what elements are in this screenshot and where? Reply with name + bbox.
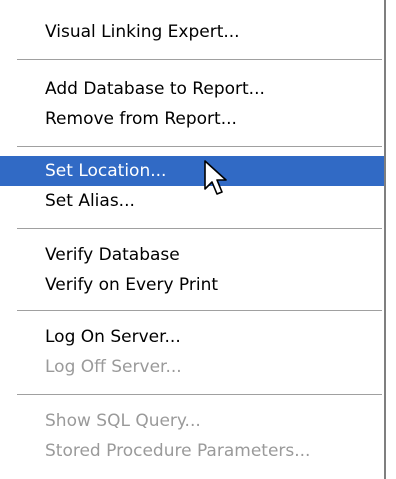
- menu-separator: [17, 310, 382, 312]
- context-menu: Visual Linking Expert... Add Database to…: [0, 0, 386, 479]
- menu-item-stored-procedure-parameters: Stored Procedure Parameters...: [45, 441, 311, 461]
- menu-item-show-sql-query: Show SQL Query...: [45, 411, 201, 431]
- menu-item-log-on-server[interactable]: Log On Server...: [0, 322, 384, 352]
- menu-separator: [17, 394, 382, 396]
- menu-separator: [17, 146, 382, 148]
- menu-item-add-database-to-report[interactable]: Add Database to Report...: [0, 74, 384, 104]
- menu-item-remove-from-report[interactable]: Remove from Report...: [0, 104, 384, 134]
- menu-item-set-alias[interactable]: Set Alias...: [0, 186, 384, 216]
- menu-item-set-location[interactable]: Set Location...: [0, 156, 384, 186]
- menu-item-verify-on-every-print[interactable]: Verify on Every Print: [0, 270, 384, 300]
- menu-separator: [17, 59, 382, 61]
- menu-item-visual-linking-expert[interactable]: Visual Linking Expert...: [0, 17, 384, 47]
- menu-item-verify-database[interactable]: Verify Database: [0, 240, 384, 270]
- menu-item-log-off-server: Log Off Server...: [45, 357, 182, 377]
- menu-separator: [17, 228, 382, 230]
